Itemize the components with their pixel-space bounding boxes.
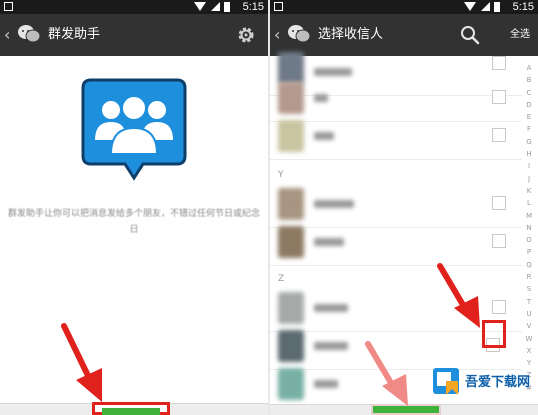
avatar <box>278 292 304 324</box>
image-notification-icon <box>4 2 13 11</box>
back-icon[interactable]: ‹ <box>274 25 280 44</box>
contact-name <box>314 304 348 312</box>
index-letter[interactable]: O <box>526 234 532 246</box>
contact-checkbox[interactable] <box>492 128 506 142</box>
index-letter[interactable]: W <box>526 333 533 345</box>
signal-icon <box>481 2 490 11</box>
index-letter[interactable]: P <box>527 246 531 258</box>
index-letter[interactable]: E <box>527 111 531 123</box>
avatar <box>278 368 304 400</box>
section-header: Z <box>278 274 285 284</box>
index-letter[interactable]: F <box>527 123 531 135</box>
index-letter[interactable]: K <box>527 185 532 197</box>
contact-checkbox[interactable] <box>492 300 506 314</box>
contact-name <box>314 132 334 140</box>
back-icon[interactable]: ‹ <box>4 25 10 44</box>
index-letter[interactable]: G <box>526 136 531 148</box>
contact-name <box>314 200 354 208</box>
index-letter[interactable]: X <box>527 345 532 357</box>
index-letter[interactable]: M <box>526 210 532 222</box>
wechat-logo-icon[interactable] <box>17 23 41 45</box>
group-send-screen: 5:15 ‹ 群发助手 群发助手让你可以把消息发给多个朋友，不错过任何节日或纪念… <box>0 0 268 415</box>
top-bar: ‹ 群发助手 <box>0 14 268 56</box>
contact-checkbox[interactable] <box>492 196 506 210</box>
arrow-annotation-icon <box>61 323 102 402</box>
arrow-annotation-icon <box>437 263 480 328</box>
contact-row[interactable] <box>270 114 522 160</box>
contact-checkbox[interactable] <box>492 56 506 70</box>
wifi-icon <box>194 2 206 11</box>
contact-checkbox[interactable] <box>492 234 506 248</box>
image-notification-icon <box>274 2 283 11</box>
index-letter[interactable]: S <box>527 283 531 295</box>
page-title: 群发助手 <box>48 27 101 42</box>
gear-icon[interactable] <box>236 25 256 45</box>
download-logo-icon <box>433 368 459 395</box>
contact-checkbox[interactable] <box>492 90 506 104</box>
index-letter[interactable]: A <box>527 62 532 74</box>
contact-name <box>314 380 338 388</box>
contact-name <box>314 94 328 102</box>
index-letter[interactable]: U <box>526 308 531 320</box>
index-letter[interactable]: N <box>526 222 531 234</box>
status-time: 5:15 <box>242 1 264 13</box>
wifi-icon <box>464 2 476 11</box>
battery-icon <box>494 2 500 12</box>
wechat-logo-icon[interactable] <box>287 23 311 45</box>
avatar <box>278 82 304 114</box>
highlight-box <box>482 320 506 348</box>
arrow-annotation-icon <box>365 341 408 406</box>
select-recipients-screen: 5:15 ‹ 选择收信人 全选 Y Z A B C D E F G H I J … <box>270 0 538 415</box>
group-send-icon <box>81 78 187 181</box>
avatar <box>278 120 304 152</box>
section-header: Y <box>278 170 284 180</box>
contact-name <box>314 238 344 246</box>
index-letter[interactable]: B <box>527 74 532 86</box>
index-letter[interactable]: R <box>527 271 532 283</box>
description-text: 群发助手让你可以把消息发给多个朋友，不错过任何节日或纪念日 <box>8 209 261 235</box>
index-letter[interactable]: L <box>527 197 531 209</box>
search-icon[interactable] <box>460 25 480 45</box>
avatar <box>278 188 304 220</box>
avatar <box>278 226 304 258</box>
status-bar: 5:15 <box>0 0 268 14</box>
index-letter[interactable]: H <box>526 148 531 160</box>
index-letter[interactable]: V <box>527 320 532 332</box>
watermark-logo: 吾爱下载网 <box>432 365 536 405</box>
signal-icon <box>211 2 220 11</box>
alphabet-index[interactable]: A B C D E F G H I J K L M N O P Q R S T U V W X Y Z # <box>522 62 536 394</box>
index-letter[interactable]: D <box>526 99 531 111</box>
index-letter[interactable]: T <box>527 296 531 308</box>
contact-name <box>314 68 352 76</box>
avatar <box>278 330 304 362</box>
index-letter[interactable]: C <box>527 87 532 99</box>
battery-icon <box>224 2 230 12</box>
status-time: 5:15 <box>512 1 534 13</box>
index-letter[interactable]: Q <box>526 259 532 271</box>
index-letter[interactable]: J <box>528 173 530 185</box>
contact-row[interactable] <box>270 220 522 266</box>
index-letter[interactable]: I <box>528 160 530 172</box>
watermark-text: 吾爱下载网 <box>465 375 531 390</box>
status-bar: 5:15 <box>270 0 538 14</box>
contact-name <box>314 342 348 350</box>
